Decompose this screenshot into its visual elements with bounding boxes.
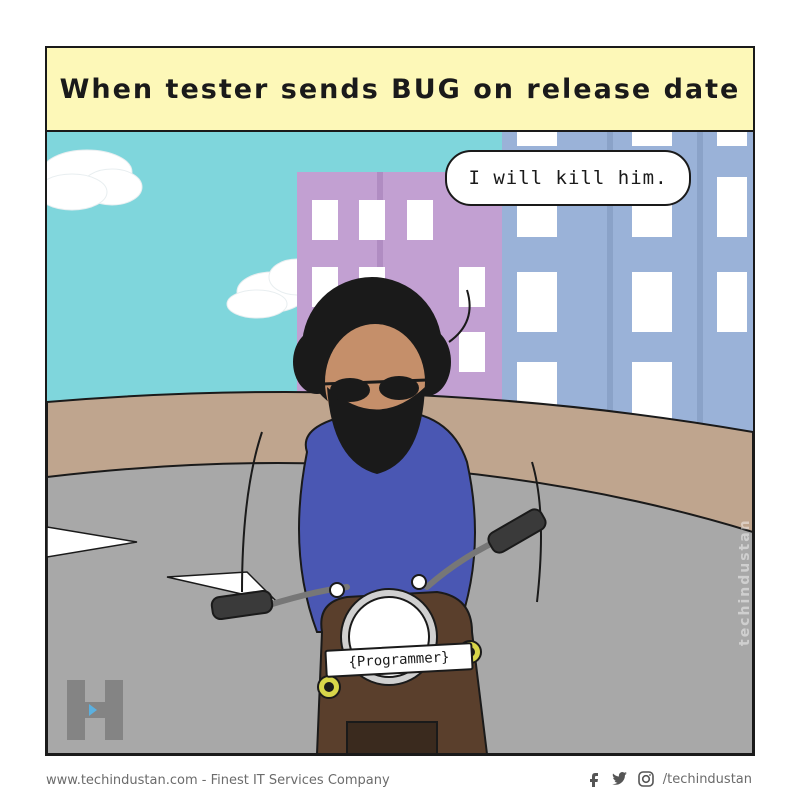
comic-panel: When tester sends BUG on release date I … xyxy=(45,46,755,756)
instagram-icon[interactable] xyxy=(637,770,655,788)
logo-icon xyxy=(67,680,123,740)
footer-social: /techindustan xyxy=(585,770,752,788)
caption-banner: When tester sends BUG on release date xyxy=(47,48,753,132)
facebook-icon[interactable] xyxy=(585,770,603,788)
twitter-icon[interactable] xyxy=(611,770,629,788)
watermark-text: techindustan xyxy=(737,518,753,646)
footer-site[interactable]: www.techindustan.com - Finest IT Service… xyxy=(46,773,390,788)
speech-bubble: I will kill him. xyxy=(445,150,691,206)
footer-handle[interactable]: /techindustan xyxy=(663,772,752,787)
